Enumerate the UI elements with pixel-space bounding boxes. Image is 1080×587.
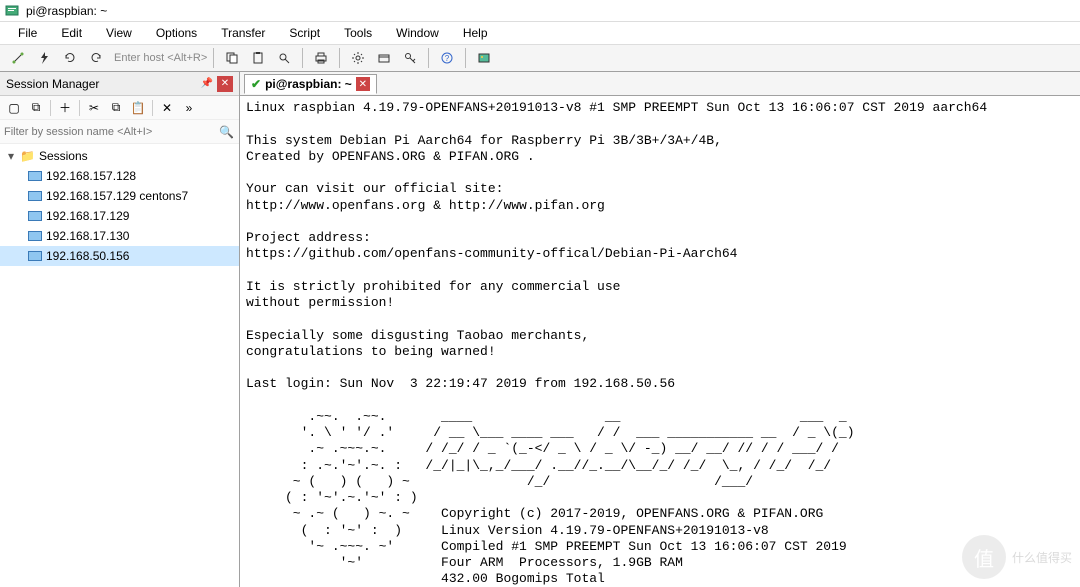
main-toolbar: Enter host <Alt+R> ?	[0, 44, 1080, 72]
menu-window[interactable]: Window	[386, 24, 449, 42]
paste-session-icon[interactable]: 📋	[128, 98, 148, 118]
connected-check-icon: ✔	[251, 77, 261, 91]
motd-text: Linux raspbian 4.19.79-OPENFANS+20191013…	[246, 100, 987, 391]
tab-close-icon[interactable]: ✕	[356, 77, 370, 91]
session-item[interactable]: 192.168.17.129	[0, 206, 239, 226]
session-item[interactable]: 192.168.157.129 centons7	[0, 186, 239, 206]
key-icon[interactable]	[398, 46, 422, 70]
separator	[50, 100, 51, 116]
filter-row: 🔍	[0, 120, 239, 144]
menu-transfer[interactable]: Transfer	[211, 24, 275, 42]
quick-connect-icon[interactable]	[32, 46, 56, 70]
separator	[152, 100, 153, 116]
session-item[interactable]: 192.168.17.130	[0, 226, 239, 246]
menu-edit[interactable]: Edit	[51, 24, 92, 42]
session-item-selected[interactable]: 192.168.50.156	[0, 246, 239, 266]
settings-icon[interactable]	[346, 46, 370, 70]
watermark-badge: 值	[962, 535, 1006, 579]
session-toolbar: ▢ ⧉ ＋ ✂ ⧉ 📋 ✕ »	[0, 96, 239, 120]
toolbar-separator	[302, 48, 303, 68]
terminal-tab[interactable]: ✔ pi@raspbian: ~ ✕	[244, 74, 377, 94]
separator	[79, 100, 80, 116]
terminal-output[interactable]: Linux raspbian 4.19.79-OPENFANS+20191013…	[240, 96, 1080, 587]
app-icon	[4, 3, 20, 19]
paste-icon[interactable]	[246, 46, 270, 70]
print-icon[interactable]	[309, 46, 333, 70]
new-session-icon[interactable]: ＋	[55, 98, 75, 118]
delete-icon[interactable]: ✕	[157, 98, 177, 118]
terminal-icon	[28, 191, 42, 201]
panel-title: Session Manager	[6, 77, 99, 91]
more-icon[interactable]: »	[179, 98, 199, 118]
menu-script[interactable]: Script	[279, 24, 330, 42]
terminal-icon	[28, 251, 42, 261]
menu-bar: File Edit View Options Transfer Script T…	[0, 22, 1080, 44]
panel-header: Session Manager 📌 ✕	[0, 72, 239, 96]
menu-help[interactable]: Help	[453, 24, 498, 42]
menu-file[interactable]: File	[8, 24, 47, 42]
terminal-icon	[28, 171, 42, 181]
find-icon[interactable]	[272, 46, 296, 70]
host-input[interactable]: Enter host <Alt+R>	[110, 52, 207, 64]
new-tab-icon[interactable]: ⧉	[26, 98, 46, 118]
copy-icon[interactable]	[220, 46, 244, 70]
session-item[interactable]: 192.168.157.128	[0, 166, 239, 186]
session-manager-panel: Session Manager 📌 ✕ ▢ ⧉ ＋ ✂ ⧉ 📋 ✕ » 🔍 ▾	[0, 72, 240, 587]
terminal-icon	[28, 231, 42, 241]
help-icon[interactable]: ?	[435, 46, 459, 70]
session-filter-input[interactable]	[4, 126, 219, 138]
menu-view[interactable]: View	[96, 24, 142, 42]
session-options-icon[interactable]	[372, 46, 396, 70]
disconnect-icon[interactable]	[84, 46, 108, 70]
caret-down-icon[interactable]: ▾	[6, 149, 16, 163]
toolbar-separator	[465, 48, 466, 68]
cut-icon[interactable]: ✂	[84, 98, 104, 118]
panel-close-icon[interactable]: ✕	[217, 76, 233, 92]
watermark: 值 什么值得买	[962, 535, 1072, 579]
terminal-pane: ✔ pi@raspbian: ~ ✕ Linux raspbian 4.19.7…	[240, 72, 1080, 587]
window-title: pi@raspbian: ~	[26, 4, 107, 18]
terminal-icon	[28, 211, 42, 221]
session-tree[interactable]: ▾ 📁 Sessions 192.168.157.128 192.168.157…	[0, 144, 239, 587]
toolbar-separator	[428, 48, 429, 68]
session-label: 192.168.50.156	[46, 249, 129, 263]
session-label: 192.168.157.129 centons7	[46, 189, 188, 203]
session-label: 192.168.157.128	[46, 169, 136, 183]
watermark-text: 什么值得买	[1012, 549, 1072, 566]
menu-options[interactable]: Options	[146, 24, 207, 42]
toolbar-separator	[339, 48, 340, 68]
tree-folder-sessions[interactable]: ▾ 📁 Sessions	[0, 146, 239, 166]
toolbar-separator	[213, 48, 214, 68]
tree-folder-label: Sessions	[39, 149, 88, 163]
folder-icon: 📁	[20, 149, 35, 163]
pin-icon[interactable]: 📌	[199, 76, 215, 92]
search-icon[interactable]: 🔍	[219, 125, 235, 139]
svg-text:?: ?	[445, 54, 450, 63]
screenshot-icon[interactable]	[472, 46, 496, 70]
connect-icon[interactable]	[6, 46, 30, 70]
window-titlebar: pi@raspbian: ~	[0, 0, 1080, 22]
copy-session-icon[interactable]: ⧉	[106, 98, 126, 118]
reconnect-icon[interactable]	[58, 46, 82, 70]
session-label: 192.168.17.130	[46, 229, 129, 243]
menu-tools[interactable]: Tools	[334, 24, 382, 42]
tab-bar: ✔ pi@raspbian: ~ ✕	[240, 72, 1080, 96]
tab-title: pi@raspbian: ~	[265, 77, 352, 91]
ascii-art: .~~. .~~. ____ __ ___ _ '. \ ' '/ .' / _…	[246, 409, 855, 587]
session-label: 192.168.17.129	[46, 209, 129, 223]
open-session-icon[interactable]: ▢	[4, 98, 24, 118]
